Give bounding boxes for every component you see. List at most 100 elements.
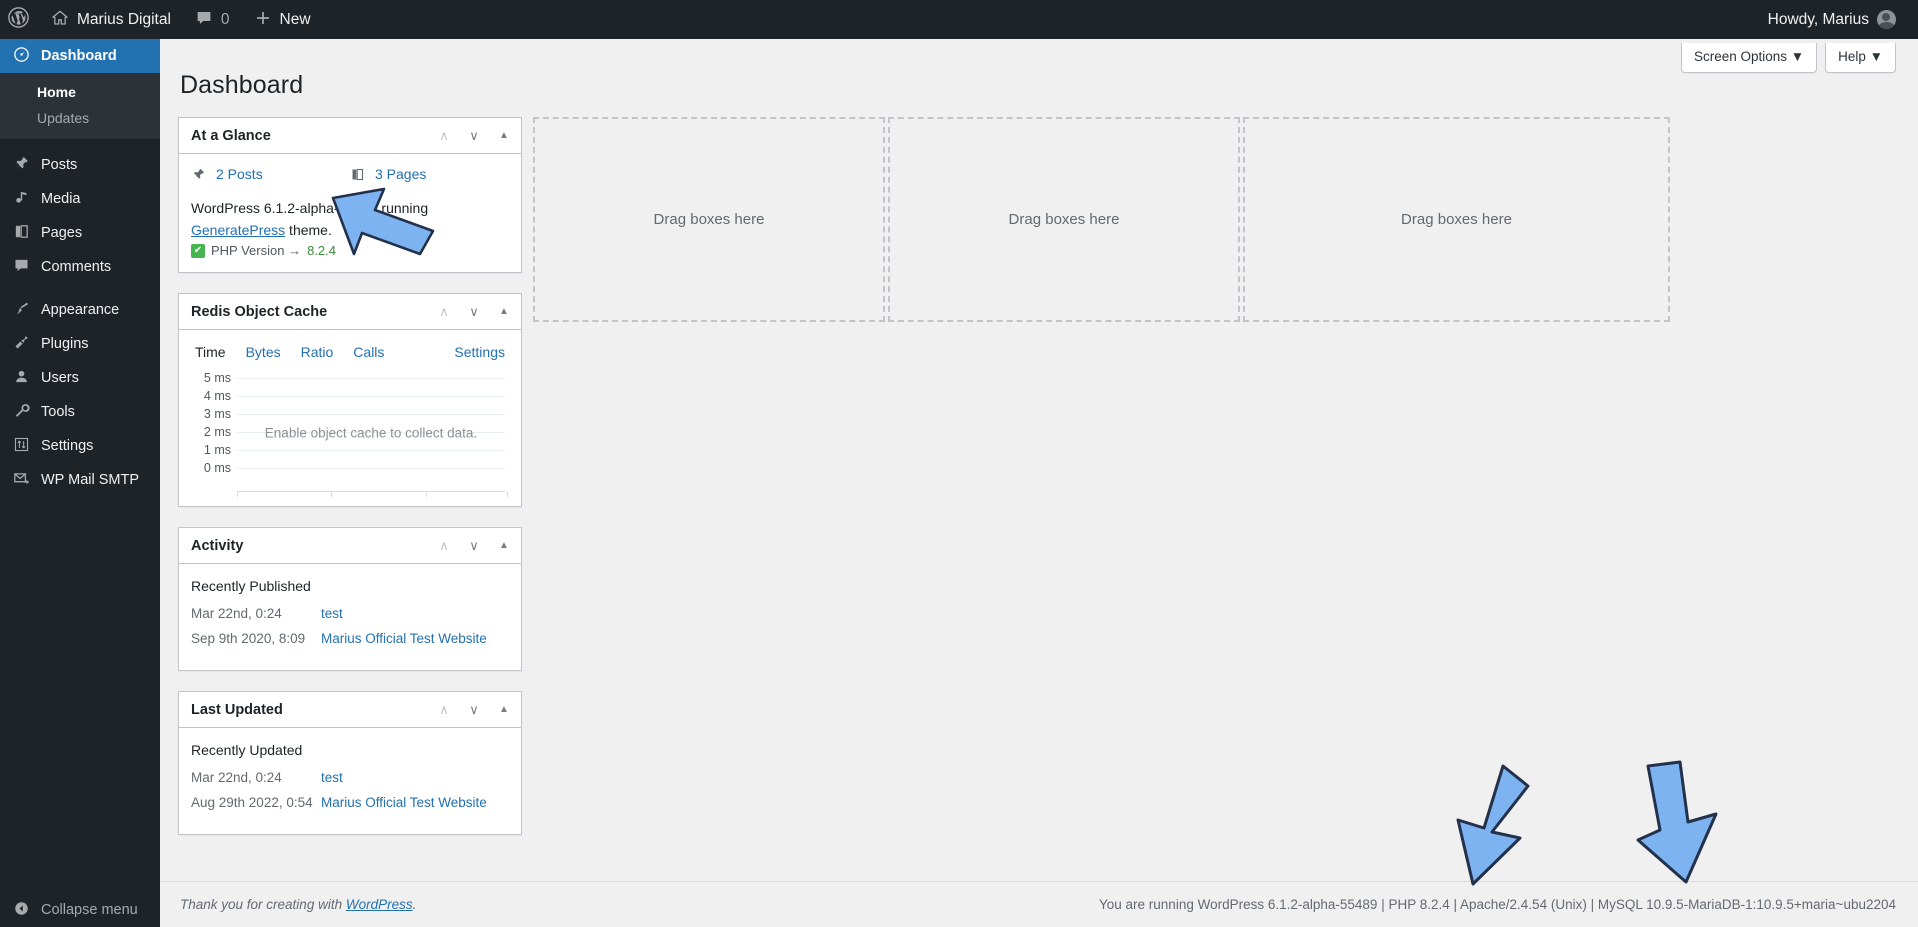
user-avatar-icon (1877, 10, 1896, 29)
sidebar-item-label: WP Mail SMTP (41, 472, 140, 488)
main-content-area: Screen Options ▼ Help ▼ Dashboard At a G… (160, 39, 1918, 927)
pages-icon (350, 167, 367, 182)
sidebar-item-media[interactable]: Media (0, 182, 160, 216)
item-link[interactable]: Marius Official Test Website (321, 631, 487, 646)
widget-redis-object-cache: Redis Object Cache ∧ ∨ ▲ Time Bytes Rati… (178, 293, 522, 508)
sidebar-item-appearance[interactable]: Appearance (0, 293, 160, 327)
home-icon (51, 9, 69, 31)
widget-body: 2 Posts 3 Pages WordPress 6.1.2-alpha-55… (179, 154, 521, 272)
media-icon (11, 189, 31, 210)
chevron-up-icon[interactable]: ∧ (429, 119, 459, 153)
chevron-down-icon[interactable]: ∨ (459, 119, 489, 153)
redis-settings-link[interactable]: Settings (454, 344, 505, 360)
collapse-menu-button[interactable]: Collapse menu (0, 893, 160, 927)
x-axis-tick (237, 492, 238, 498)
glance-item-pages: 3 Pages (350, 166, 509, 187)
chart-x-axis (237, 491, 505, 493)
site-name-button[interactable]: Marius Digital (39, 0, 183, 39)
chevron-up-icon[interactable]: ∧ (429, 693, 459, 727)
plug-icon (11, 334, 31, 355)
item-date: Mar 22nd, 0:24 (191, 606, 282, 622)
sliders-icon (11, 436, 31, 457)
pages-count-link[interactable]: 3 Pages (350, 166, 426, 182)
widget-header: Activity ∧ ∨ ▲ (179, 528, 521, 565)
widget-header: Redis Object Cache ∧ ∨ ▲ (179, 294, 521, 331)
wrench-icon (11, 402, 31, 423)
sidebar-item-label: Dashboard (41, 48, 117, 64)
sidebar-item-tools[interactable]: Tools (0, 395, 160, 429)
new-content-button[interactable]: New (242, 0, 323, 39)
y-axis-tick: 1 ms (203, 443, 231, 458)
posts-count-link[interactable]: 2 Posts (191, 166, 263, 182)
triangle-up-toggle-icon[interactable]: ▲ (489, 119, 519, 153)
sidebar-item-posts[interactable]: Posts (0, 148, 160, 182)
my-account-button[interactable]: Howdy, Marius (1756, 0, 1908, 39)
sidebar-item-settings[interactable]: Settings (0, 429, 160, 463)
sidebar-item-pages[interactable]: Pages (0, 216, 160, 250)
dropzone-label: Drag boxes here (1008, 211, 1120, 228)
help-button[interactable]: Help ▼ (1825, 43, 1896, 74)
chevron-up-icon[interactable]: ∧ (429, 529, 459, 563)
php-version-status: ✔ PHP Version → 8.2.4 (191, 243, 509, 258)
footer-thanks: Thank you for creating with WordPress. (180, 897, 416, 912)
sidebar-item-users[interactable]: Users (0, 361, 160, 395)
y-axis-tick: 4 ms (203, 389, 231, 404)
sidebar-item-label: Appearance (41, 302, 120, 318)
y-axis-tick: 5 ms (203, 371, 231, 386)
admin-sidebar-menu: Dashboard Home Updates Posts Media Pages… (0, 39, 168, 927)
item-date: Aug 29th 2022, 0:54 (191, 795, 313, 811)
admin-bar: Marius Digital 0 New Howdy, Marius (0, 0, 1918, 39)
wordpress-logo-button[interactable] (0, 0, 39, 39)
comment-bubble-icon (11, 257, 31, 278)
tab-bytes[interactable]: Bytes (246, 344, 281, 360)
widget-title: Activity (191, 537, 244, 554)
tab-time[interactable]: Time (195, 344, 226, 360)
screen-options-button[interactable]: Screen Options ▼ (1680, 43, 1818, 74)
section-subtitle: Recently Updated (191, 742, 303, 759)
comments-button[interactable]: 0 (183, 0, 242, 39)
chevron-down-icon[interactable]: ∨ (459, 295, 489, 329)
dropzone-column-2[interactable]: Drag boxes here (533, 117, 885, 322)
green-check-icon: ✔ (191, 243, 205, 258)
pages-count-label: 3 Pages (375, 166, 427, 182)
chevron-down-icon[interactable]: ∨ (459, 529, 489, 563)
x-axis-tick (507, 492, 508, 498)
sidebar-item-label: Posts (41, 157, 78, 173)
item-link[interactable]: test (321, 606, 343, 621)
comments-count: 0 (220, 10, 230, 28)
sidebar-subitem-updates[interactable]: Updates (0, 105, 160, 131)
sidebar-subitem-home[interactable]: Home (0, 79, 160, 105)
triangle-up-toggle-icon[interactable]: ▲ (489, 529, 519, 563)
x-axis-tick (426, 492, 427, 498)
sidebar-item-dashboard[interactable]: Dashboard (0, 39, 168, 73)
envelope-icon (11, 470, 31, 491)
dropzone-label: Drag boxes here (653, 211, 765, 228)
chevron-up-icon[interactable]: ∧ (429, 295, 459, 329)
item-link[interactable]: test (321, 770, 343, 785)
widget-title: At a Glance (191, 127, 271, 144)
tab-ratio[interactable]: Ratio (301, 344, 334, 360)
menu-separator (0, 284, 160, 293)
site-name-label: Marius Digital (77, 10, 171, 28)
dropzone-column-3[interactable]: Drag boxes here (888, 117, 1240, 322)
triangle-up-toggle-icon[interactable]: ▲ (489, 295, 519, 329)
howdy-label: Howdy, Marius (1767, 10, 1869, 28)
item-link[interactable]: Marius Official Test Website (321, 795, 487, 810)
sidebar-item-wp-mail-smtp[interactable]: WP Mail SMTP (0, 463, 160, 497)
wordpress-link[interactable]: WordPress (346, 897, 413, 912)
tab-calls[interactable]: Calls (353, 344, 384, 360)
y-axis-tick: 2 ms (203, 425, 231, 440)
sidebar-item-label: Settings (41, 438, 94, 454)
dropzone-column-4[interactable]: Drag boxes here (1243, 117, 1670, 322)
sidebar-item-comments[interactable]: Comments (0, 250, 160, 284)
sidebar-item-label: Pages (41, 225, 83, 241)
sidebar-item-plugins[interactable]: Plugins (0, 327, 160, 361)
triangle-up-toggle-icon[interactable]: ▲ (489, 693, 519, 727)
y-axis-tick: 0 ms (203, 461, 231, 476)
widget-body: Recently Published Mar 22nd, 0:24 test S… (179, 564, 521, 670)
item-date: Sep 9th 2020, 8:09 (191, 631, 306, 647)
new-content-label: New (279, 10, 311, 28)
chevron-down-icon[interactable]: ∨ (459, 693, 489, 727)
theme-link[interactable]: GeneratePress (191, 222, 285, 238)
list-item: Sep 9th 2020, 8:09 Marius Official Test … (191, 631, 509, 646)
